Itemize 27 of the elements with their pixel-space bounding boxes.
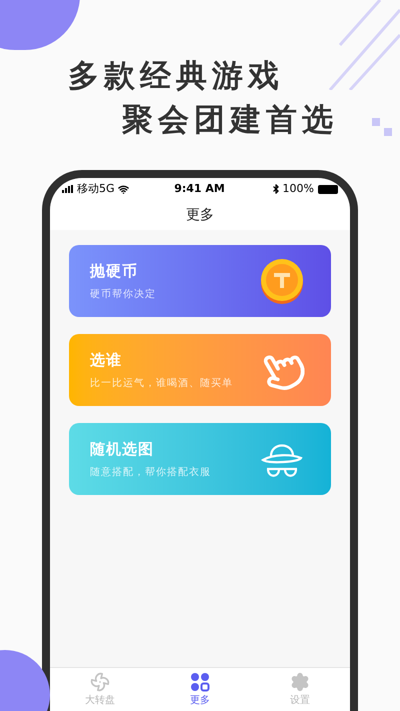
headline: 聚会团建首选 [122, 101, 338, 140]
card-title: 选谁 [90, 350, 123, 371]
tab[interactable]: 大转盘 [65, 672, 135, 708]
game-card[interactable]: 选谁 比一比运气，谁喝酒、随买单 [69, 334, 331, 406]
battery-icon [318, 184, 338, 194]
bluetooth-icon [270, 184, 281, 194]
page-title: 更多 [186, 206, 214, 224]
decor-square [372, 118, 380, 126]
coin-icon [259, 258, 305, 304]
status-time: 9:41 AM [174, 180, 225, 197]
battery-percent: 100% [282, 180, 314, 197]
card-subtitle: 随意搭配，帮你搭配衣服 [90, 466, 211, 480]
card-title: 随机选图 [90, 438, 155, 460]
wifi-icon [118, 184, 129, 194]
decor-square [384, 128, 392, 136]
card-subtitle: 比一比运气，谁喝酒、随买单 [90, 376, 233, 392]
settings-icon [290, 672, 310, 692]
tab[interactable]: 设置 [265, 672, 335, 708]
signal-icon [62, 185, 74, 193]
card-subtitle: 硬币帮你决定 [90, 288, 156, 302]
tab[interactable]: 更多 [165, 672, 235, 708]
game-card[interactable]: 随机选图 随意搭配，帮你搭配衣服 [69, 423, 331, 495]
grid-icon [190, 672, 210, 692]
game-card[interactable]: 抛硬币 硬币帮你决定 [69, 245, 331, 317]
headline: 多款经典游戏 [68, 57, 284, 96]
carrier-text: 移动5G [77, 180, 115, 197]
card-title: 抛硬币 [90, 260, 139, 282]
